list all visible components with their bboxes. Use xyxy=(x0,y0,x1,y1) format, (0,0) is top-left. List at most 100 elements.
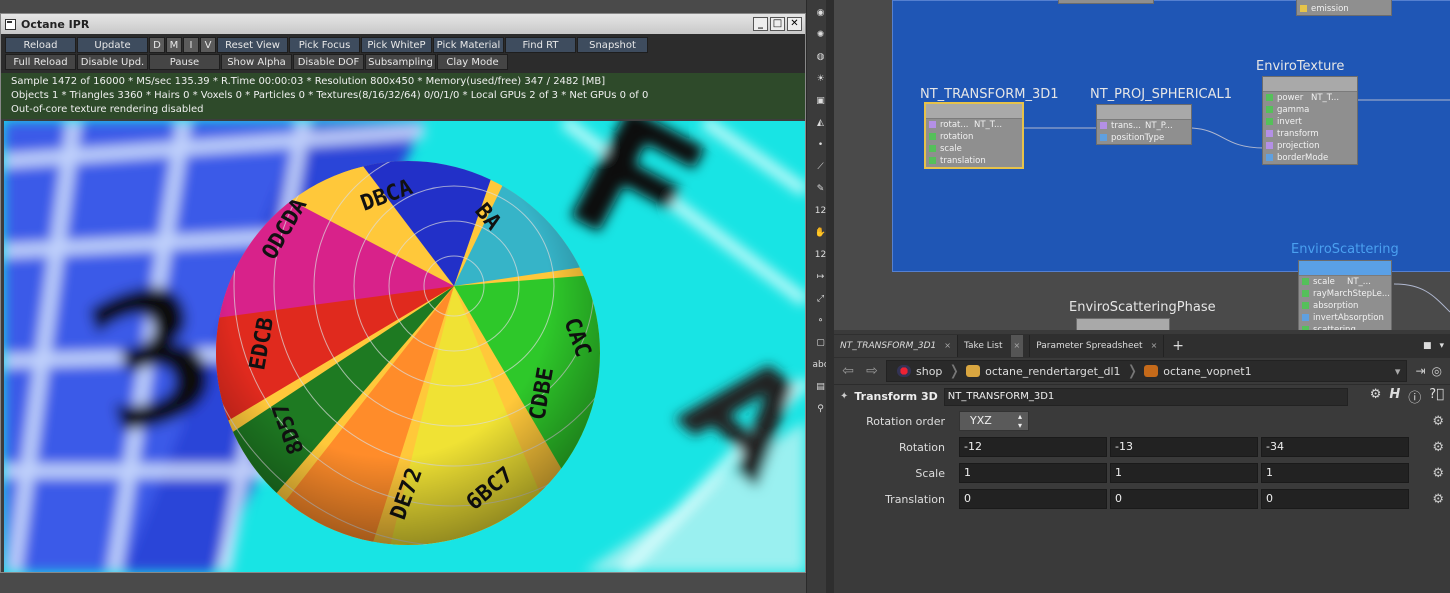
pane-layout-icon[interactable]: ■ xyxy=(1423,341,1432,351)
close-tab-icon[interactable]: × xyxy=(1010,335,1024,357)
node-type-icon: ✦ xyxy=(840,391,849,402)
minimize-button[interactable]: _ xyxy=(753,17,768,31)
path-dropdown-icon[interactable]: ▾ xyxy=(1395,365,1407,378)
enviro-scattering-phase-node[interactable] xyxy=(1076,318,1170,330)
gear-icon[interactable]: ⚙ xyxy=(1432,466,1444,481)
disable-update-button[interactable]: Disable Upd. xyxy=(77,54,148,70)
pick-whitep-button[interactable]: Pick WhiteP xyxy=(361,37,432,53)
close-tab-icon[interactable]: × xyxy=(944,335,951,357)
i-toggle[interactable]: I xyxy=(183,37,199,53)
tab-parameter-spreadsheet[interactable]: Parameter Spreadsheet × xyxy=(1030,335,1165,357)
network-editor[interactable]: emission NT_TRANSFORM_3D1 rotat... NT_T..… xyxy=(834,0,1450,330)
pin-icon[interactable]: ⇥ xyxy=(1415,364,1425,378)
port-label: transform xyxy=(1277,129,1319,139)
clay-mode-button[interactable]: Clay Mode xyxy=(437,54,508,70)
add-tab-button[interactable]: + xyxy=(1164,338,1192,354)
breadcrumb-label: shop xyxy=(916,364,943,378)
rendered-sphere-image: 3 F A xyxy=(4,121,805,572)
gear-icon[interactable]: ⚙ xyxy=(1432,440,1444,455)
reload-button[interactable]: Reload xyxy=(5,37,76,53)
enviro-texture-node[interactable]: power NT_T... gamma invert transform proj… xyxy=(1262,76,1358,165)
param-label: Rotation xyxy=(898,440,945,454)
translation-z-field[interactable]: 0 xyxy=(1261,489,1409,509)
snapshot-button[interactable]: Snapshot xyxy=(577,37,648,53)
houdini-help-icon[interactable]: H xyxy=(1389,387,1400,406)
full-reload-button[interactable]: Full Reload xyxy=(5,54,76,70)
node-header[interactable] xyxy=(1097,105,1191,120)
node-name-field[interactable]: NT_TRANSFORM_3D1 xyxy=(943,387,1348,406)
translation-x-field[interactable]: 0 xyxy=(959,489,1107,509)
pane-menu-icon[interactable]: ▾ xyxy=(1439,341,1444,351)
breadcrumb-label: octane_vopnet1 xyxy=(1163,364,1252,378)
path-bar: ⇦ ⇨ shop ❭ octane_rendertarget_dl1 ❭ oct… xyxy=(834,358,1450,384)
nt-proj-spherical-node[interactable]: trans... NT_P... positionType xyxy=(1096,104,1192,145)
param-scale: Scale 1 1 1 ⚙ xyxy=(834,460,1450,486)
tab-label: Parameter Spreadsheet xyxy=(1036,341,1143,351)
port-label: rotation xyxy=(940,132,974,142)
tab-label: NT_TRANSFORM_3D1 xyxy=(840,341,937,351)
gear-icon[interactable]: ⚙ xyxy=(1432,414,1444,429)
translation-y-field[interactable]: 0 xyxy=(1110,489,1258,509)
nt-transform-node[interactable]: rotat... NT_T... rotation scale translati… xyxy=(924,102,1024,169)
breadcrumb-item-vopnet[interactable]: octane_vopnet1 xyxy=(1138,365,1257,378)
d-toggle[interactable]: D xyxy=(149,37,165,53)
info-icon[interactable]: ⓘ xyxy=(1408,387,1421,406)
close-button[interactable]: ✕ xyxy=(787,17,802,31)
ipr-toolbar: Reload Update D M I V Reset View Pick Fo… xyxy=(1,34,805,73)
subsampling-button[interactable]: Subsampling xyxy=(365,54,436,70)
link-icon[interactable]: ◎ xyxy=(1432,364,1442,378)
enviro-scattering-node[interactable]: scale NT_... rayMarchStepLe... absorption… xyxy=(1298,260,1392,330)
v-toggle[interactable]: V xyxy=(200,37,216,53)
breadcrumb-item-shop[interactable]: shop xyxy=(891,365,948,378)
port-output: NT_T... xyxy=(974,120,1003,130)
port-label: scale xyxy=(940,144,962,154)
scale-z-field[interactable]: 1 xyxy=(1261,463,1409,483)
node-header[interactable] xyxy=(926,104,1022,119)
pick-focus-button[interactable]: Pick Focus xyxy=(289,37,360,53)
maximize-button[interactable]: □ xyxy=(770,17,785,31)
scale-x-field[interactable]: 1 xyxy=(959,463,1107,483)
stats-line: Out-of-core texture rendering disabled xyxy=(11,104,204,115)
port-output: NT_T... xyxy=(1311,93,1340,103)
port-output: NT_P... xyxy=(1145,121,1173,131)
rotation-z-field[interactable]: -34 xyxy=(1261,437,1409,457)
pick-material-button[interactable]: Pick Material xyxy=(433,37,504,53)
pane-tabs: NT_TRANSFORM_3D1 × Take List × Parameter… xyxy=(834,334,1450,358)
gear-icon[interactable]: ⚙ xyxy=(1432,492,1444,507)
m-toggle[interactable]: M xyxy=(166,37,182,53)
close-tab-icon[interactable]: × xyxy=(1151,335,1158,357)
pause-button[interactable]: Pause xyxy=(149,54,220,70)
tab-parameters[interactable]: NT_TRANSFORM_3D1 × xyxy=(834,335,958,357)
render-view[interactable]: 3 F A xyxy=(4,121,805,572)
rotation-y-field[interactable]: -13 xyxy=(1110,437,1258,457)
ipr-titlebar[interactable]: Octane IPR _ □ ✕ xyxy=(1,14,805,34)
port-label: scale xyxy=(1313,277,1335,287)
param-rotation: Rotation -12 -13 -34 ⚙ xyxy=(834,434,1450,460)
param-label: Translation xyxy=(885,492,945,506)
rotation-x-field[interactable]: -12 xyxy=(959,437,1107,457)
help-icon[interactable]: ?⃝ xyxy=(1429,387,1444,406)
tab-take-list[interactable]: Take List × xyxy=(958,335,1031,357)
disable-dof-button[interactable]: Disable DOF xyxy=(293,54,364,70)
node-header[interactable] xyxy=(1299,261,1391,276)
port-label: gamma xyxy=(1277,105,1310,115)
forward-arrow-icon[interactable]: ⇨ xyxy=(862,363,882,379)
port-label: rotat... xyxy=(940,120,969,130)
node-header[interactable] xyxy=(1077,319,1169,330)
back-arrow-icon[interactable]: ⇦ xyxy=(838,363,858,379)
node-header[interactable] xyxy=(1263,77,1357,92)
breadcrumb-item-rendertarget[interactable]: octane_rendertarget_dl1 xyxy=(960,365,1126,378)
gear-icon[interactable]: ⚙ xyxy=(1370,387,1382,406)
pane-divider[interactable] xyxy=(826,0,834,593)
port-output: NT_... xyxy=(1347,277,1371,287)
update-button[interactable]: Update xyxy=(77,37,148,53)
rotation-order-select[interactable]: YXZ xyxy=(959,411,1029,431)
node-type-label: Transform 3D xyxy=(854,390,938,403)
find-rt-button[interactable]: Find RT xyxy=(505,37,576,53)
scale-y-field[interactable]: 1 xyxy=(1110,463,1258,483)
node-title: EnviroScattering xyxy=(1291,242,1399,257)
ipr-title: Octane IPR xyxy=(21,17,90,31)
show-alpha-button[interactable]: Show Alpha xyxy=(221,54,292,70)
port-label: projection xyxy=(1277,141,1320,151)
reset-view-button[interactable]: Reset View xyxy=(217,37,288,53)
